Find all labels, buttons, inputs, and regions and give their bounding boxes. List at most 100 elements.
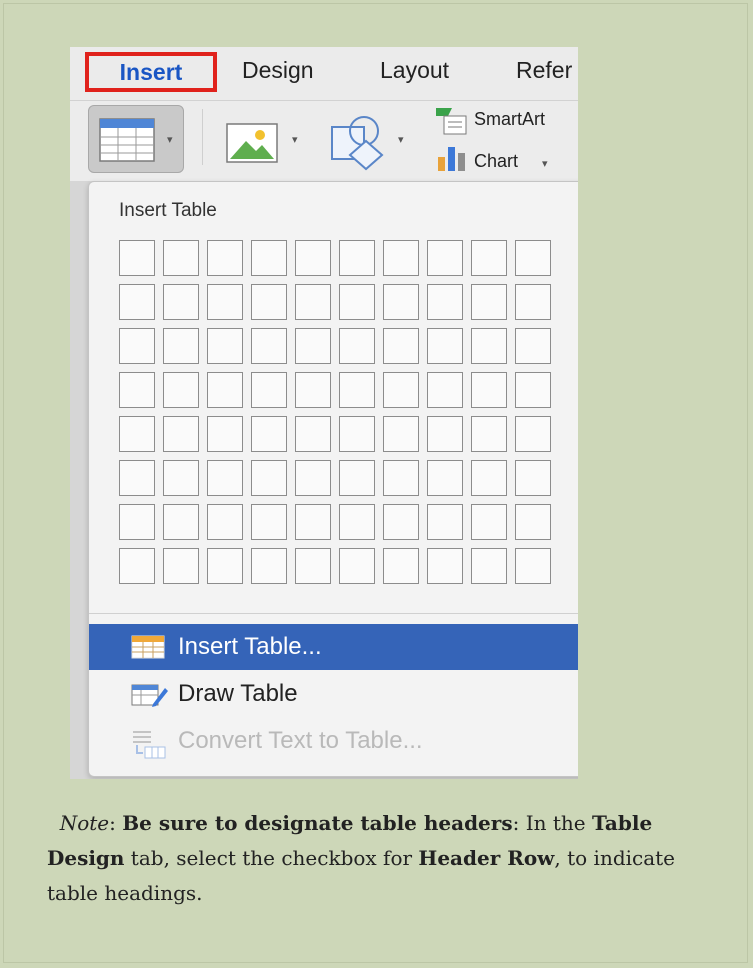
- grid-cell[interactable]: [383, 240, 419, 276]
- grid-cell[interactable]: [471, 548, 507, 584]
- grid-cell[interactable]: [251, 460, 287, 496]
- grid-cell[interactable]: [339, 548, 375, 584]
- grid-cell[interactable]: [251, 416, 287, 452]
- grid-cell[interactable]: [119, 372, 155, 408]
- grid-cell[interactable]: [119, 284, 155, 320]
- grid-cell[interactable]: [119, 416, 155, 452]
- grid-cell[interactable]: [471, 416, 507, 452]
- tab-insert[interactable]: Insert: [85, 52, 217, 92]
- grid-cell[interactable]: [207, 328, 243, 364]
- grid-cell[interactable]: [119, 328, 155, 364]
- grid-cell[interactable]: [515, 460, 551, 496]
- grid-cell[interactable]: [163, 504, 199, 540]
- tab-layout[interactable]: Layout: [380, 57, 449, 84]
- chart-dropdown-caret[interactable]: ▾: [542, 157, 548, 170]
- grid-cell[interactable]: [339, 372, 375, 408]
- grid-cell[interactable]: [427, 548, 463, 584]
- grid-cell[interactable]: [515, 284, 551, 320]
- table-size-grid[interactable]: [119, 240, 551, 584]
- grid-cell[interactable]: [515, 416, 551, 452]
- grid-cell[interactable]: [383, 504, 419, 540]
- grid-cell[interactable]: [207, 504, 243, 540]
- grid-cell[interactable]: [515, 372, 551, 408]
- grid-cell[interactable]: [207, 372, 243, 408]
- picture-dropdown-caret[interactable]: ▾: [292, 133, 298, 146]
- chart-label[interactable]: Chart: [474, 151, 518, 172]
- shapes-icon[interactable]: [328, 113, 390, 171]
- grid-cell[interactable]: [163, 416, 199, 452]
- grid-cell[interactable]: [163, 240, 199, 276]
- grid-cell[interactable]: [119, 460, 155, 496]
- grid-cell[interactable]: [515, 328, 551, 364]
- grid-cell[interactable]: [119, 548, 155, 584]
- grid-cell[interactable]: [163, 328, 199, 364]
- grid-cell[interactable]: [383, 548, 419, 584]
- grid-cell[interactable]: [163, 460, 199, 496]
- grid-cell[interactable]: [515, 240, 551, 276]
- grid-cell[interactable]: [163, 548, 199, 584]
- grid-cell[interactable]: [515, 548, 551, 584]
- grid-cell[interactable]: [295, 240, 331, 276]
- grid-cell[interactable]: [251, 504, 287, 540]
- grid-cell[interactable]: [207, 460, 243, 496]
- grid-cell[interactable]: [427, 284, 463, 320]
- grid-cell[interactable]: [339, 240, 375, 276]
- shapes-dropdown-caret[interactable]: ▾: [398, 133, 404, 146]
- grid-cell[interactable]: [251, 372, 287, 408]
- grid-cell[interactable]: [295, 416, 331, 452]
- convert-text-menu-item: Convert Text to Table...: [89, 718, 578, 764]
- grid-cell[interactable]: [383, 284, 419, 320]
- grid-cell[interactable]: [251, 328, 287, 364]
- grid-cell[interactable]: [339, 416, 375, 452]
- grid-cell[interactable]: [251, 548, 287, 584]
- grid-cell[interactable]: [383, 416, 419, 452]
- grid-cell[interactable]: [295, 284, 331, 320]
- grid-cell[interactable]: [163, 372, 199, 408]
- grid-cell[interactable]: [427, 328, 463, 364]
- draw-table-menu-item[interactable]: Draw Table: [89, 671, 578, 717]
- grid-cell[interactable]: [207, 240, 243, 276]
- grid-cell[interactable]: [383, 328, 419, 364]
- grid-cell[interactable]: [427, 460, 463, 496]
- grid-cell[interactable]: [339, 284, 375, 320]
- tab-references[interactable]: Refer: [516, 57, 572, 84]
- grid-cell[interactable]: [295, 328, 331, 364]
- grid-cell[interactable]: [427, 416, 463, 452]
- grid-cell[interactable]: [427, 504, 463, 540]
- grid-cell[interactable]: [427, 240, 463, 276]
- table-dropdown-caret[interactable]: ▾: [167, 133, 173, 146]
- grid-cell[interactable]: [339, 328, 375, 364]
- grid-cell[interactable]: [383, 460, 419, 496]
- dropdown-title: Insert Table: [119, 200, 217, 221]
- grid-cell[interactable]: [207, 416, 243, 452]
- grid-cell[interactable]: [471, 460, 507, 496]
- grid-cell[interactable]: [207, 284, 243, 320]
- grid-cell[interactable]: [339, 460, 375, 496]
- grid-cell[interactable]: [471, 328, 507, 364]
- grid-cell[interactable]: [295, 460, 331, 496]
- grid-cell[interactable]: [207, 548, 243, 584]
- grid-cell[interactable]: [251, 240, 287, 276]
- grid-cell[interactable]: [471, 372, 507, 408]
- grid-cell[interactable]: [383, 372, 419, 408]
- grid-cell[interactable]: [163, 284, 199, 320]
- grid-cell[interactable]: [471, 240, 507, 276]
- grid-cell[interactable]: [295, 372, 331, 408]
- grid-cell[interactable]: [339, 504, 375, 540]
- picture-icon[interactable]: [226, 123, 278, 163]
- grid-cell[interactable]: [295, 548, 331, 584]
- chart-icon[interactable]: [436, 145, 468, 171]
- grid-cell[interactable]: [471, 504, 507, 540]
- grid-cell[interactable]: [295, 504, 331, 540]
- tab-design[interactable]: Design: [242, 57, 314, 84]
- grid-cell[interactable]: [427, 372, 463, 408]
- grid-cell[interactable]: [251, 284, 287, 320]
- insert-table-menu-item[interactable]: Insert Table...: [89, 624, 578, 670]
- smartart-icon[interactable]: [434, 106, 468, 136]
- grid-cell[interactable]: [471, 284, 507, 320]
- grid-cell[interactable]: [119, 504, 155, 540]
- grid-cell[interactable]: [119, 240, 155, 276]
- smartart-label[interactable]: SmartArt: [474, 109, 545, 130]
- table-button[interactable]: ▾: [88, 105, 184, 173]
- grid-cell[interactable]: [515, 504, 551, 540]
